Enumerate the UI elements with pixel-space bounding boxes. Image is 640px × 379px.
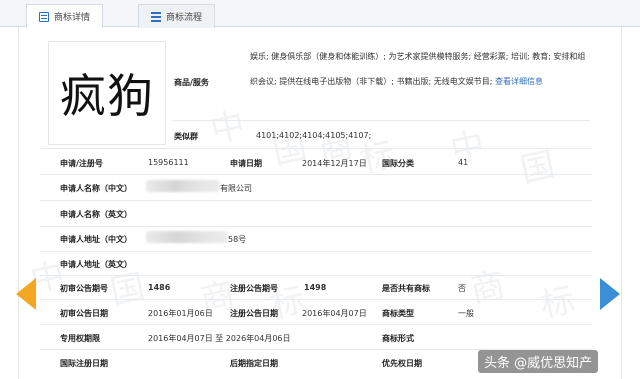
goods-services-label: 商品/服务 — [174, 78, 209, 87]
previous-arrow-icon[interactable] — [16, 278, 36, 310]
tab-bar: 商标详情 商标流程 — [0, 0, 640, 28]
apply-date-label: 申请日期 — [230, 159, 262, 168]
prelim-date-label: 初审公告日期 — [60, 309, 108, 318]
divider — [40, 174, 592, 175]
reg-no-value: 15956111 — [148, 158, 189, 167]
divider — [40, 148, 592, 149]
divider — [40, 251, 592, 252]
intl-class-label: 国际分类 — [382, 159, 414, 168]
source-credit: 头条 @威优思知产 — [478, 350, 599, 373]
shared-label: 是否共有商标 — [382, 284, 430, 293]
trademark-image: 疯狗 — [48, 41, 166, 145]
tab-trademark-process[interactable]: 商标流程 — [138, 4, 216, 28]
document-icon — [39, 11, 49, 22]
applicant-cn-value: 有限公司 — [220, 184, 252, 193]
prelim-no-value: 1486 — [148, 283, 171, 292]
apply-date-value: 2014年12月17日 — [302, 159, 367, 168]
divider — [172, 120, 590, 121]
similar-group-value: 4101;4102;4104;4105;4107; — [256, 131, 372, 140]
reg-pub-date-label: 注册公告日期 — [230, 309, 278, 318]
tab-trademark-details[interactable]: 商标详情 — [26, 4, 104, 28]
address-cn-value: 58号 — [228, 235, 247, 244]
address-cn-label: 申请人地址（中文） — [60, 235, 132, 244]
next-arrow-icon[interactable] — [600, 278, 620, 310]
intl-reg-date-label: 国际注册日期 — [60, 359, 108, 368]
exclusive-label: 专用权期限 — [60, 334, 100, 343]
view-details-link[interactable]: 查看详细信息 — [495, 77, 543, 86]
prelim-date-value: 2016年01月06日 — [148, 309, 213, 318]
later-date-label: 后期指定日期 — [230, 359, 278, 368]
trademark-text: 疯狗 — [60, 69, 154, 123]
similar-group-label: 类似群 — [174, 132, 198, 141]
divider — [40, 226, 592, 227]
exclusive-value: 2016年04月07日 至 2026年04月06日 — [148, 334, 291, 343]
intl-class-value: 41 — [458, 158, 469, 167]
address-en-label: 申请人地址（英文） — [60, 260, 132, 269]
mark-form-label: 商标形式 — [382, 334, 414, 343]
reg-pub-no-label: 注册公告期号 — [230, 284, 278, 293]
divider — [40, 200, 592, 201]
applicant-cn-label: 申请人名称（中文） — [60, 184, 132, 193]
redacted-text — [146, 180, 220, 192]
redacted-text — [146, 231, 228, 243]
prelim-no-label: 初审公告期号 — [60, 284, 108, 293]
priority-date-label: 优先权日期 — [382, 359, 422, 368]
tab-label: 商标详情 — [54, 13, 91, 23]
reg-pub-no-value: 1498 — [304, 283, 327, 292]
reg-no-label: 申请/注册号 — [60, 159, 103, 168]
divider — [40, 275, 592, 276]
shared-value: 否 — [458, 284, 466, 293]
divider — [40, 324, 592, 325]
mark-type-label: 商标类型 — [382, 309, 414, 318]
goods-services-value: 娱乐; 健身俱乐部（健身和体能训练）; 为艺术家提供模特服务; 经营彩票; 培训… — [250, 44, 588, 94]
list-icon — [151, 11, 161, 22]
mark-type-value: 一般 — [458, 309, 474, 318]
divider — [40, 299, 592, 300]
tab-label: 商标流程 — [166, 13, 203, 23]
applicant-en-label: 申请人名称（英文） — [60, 210, 132, 219]
reg-pub-date-value: 2016年04月07日 — [302, 309, 367, 318]
